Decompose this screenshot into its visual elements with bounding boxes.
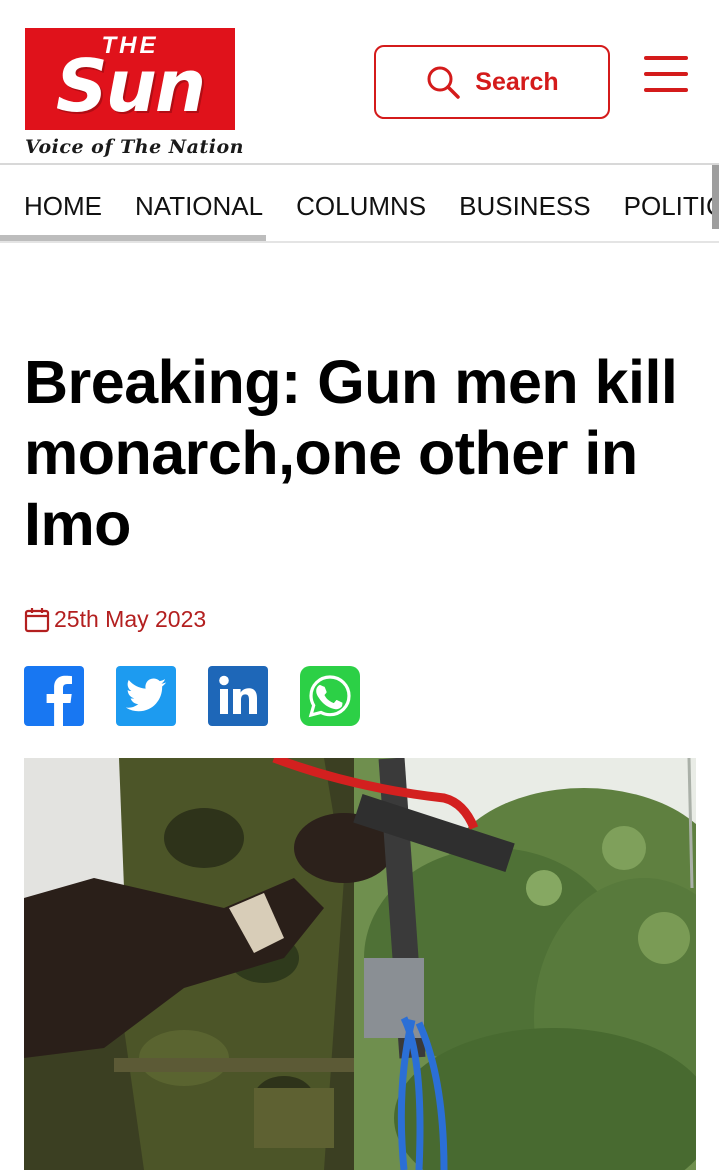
logo-tagline: Voice of The Nation (25, 136, 244, 158)
search-icon (427, 66, 461, 99)
nav-item-politics[interactable]: POLITICS (624, 191, 719, 222)
calendar-icon (24, 607, 50, 632)
nav-item-national[interactable]: NATIONAL (135, 191, 263, 222)
article-photo (24, 758, 696, 1170)
site-header: THE Sun Voice of The Nation Search (0, 0, 719, 165)
article-date-text: 25th May 2023 (54, 606, 207, 632)
nav-item-business[interactable]: BUSINESS (459, 191, 591, 222)
share-buttons (24, 666, 360, 726)
whatsapp-share-button[interactable] (300, 666, 360, 726)
twitter-icon (125, 678, 167, 712)
article-date: 25th May 2023 (24, 606, 206, 633)
nav-items: HOME NATIONAL COLUMNS BUSINESS POLITICS (24, 191, 719, 222)
linkedin-icon (219, 675, 257, 714)
logo-sun: Sun (55, 44, 206, 128)
search-button[interactable]: Search (374, 45, 610, 119)
logo-box: THE Sun (25, 28, 235, 130)
nav-item-columns[interactable]: COLUMNS (296, 191, 426, 222)
linkedin-share-button[interactable] (208, 666, 268, 726)
facebook-icon (46, 675, 72, 726)
hamburger-menu-icon[interactable] (644, 56, 688, 94)
search-label: Search (475, 67, 559, 96)
whatsapp-icon (308, 675, 351, 718)
nav-scrollbar[interactable] (0, 235, 266, 241)
main-nav: HOME NATIONAL COLUMNS BUSINESS POLITICS (0, 163, 719, 243)
nav-item-home[interactable]: HOME (24, 191, 102, 222)
twitter-share-button[interactable] (116, 666, 176, 726)
facebook-share-button[interactable] (24, 666, 84, 726)
article-photo-illustration (24, 758, 696, 1170)
nav-scroll-edge (712, 165, 719, 229)
site-logo[interactable]: THE Sun Voice of The Nation (25, 28, 244, 158)
article-headline: Breaking: Gun men kill monarch,one other… (24, 348, 678, 558)
